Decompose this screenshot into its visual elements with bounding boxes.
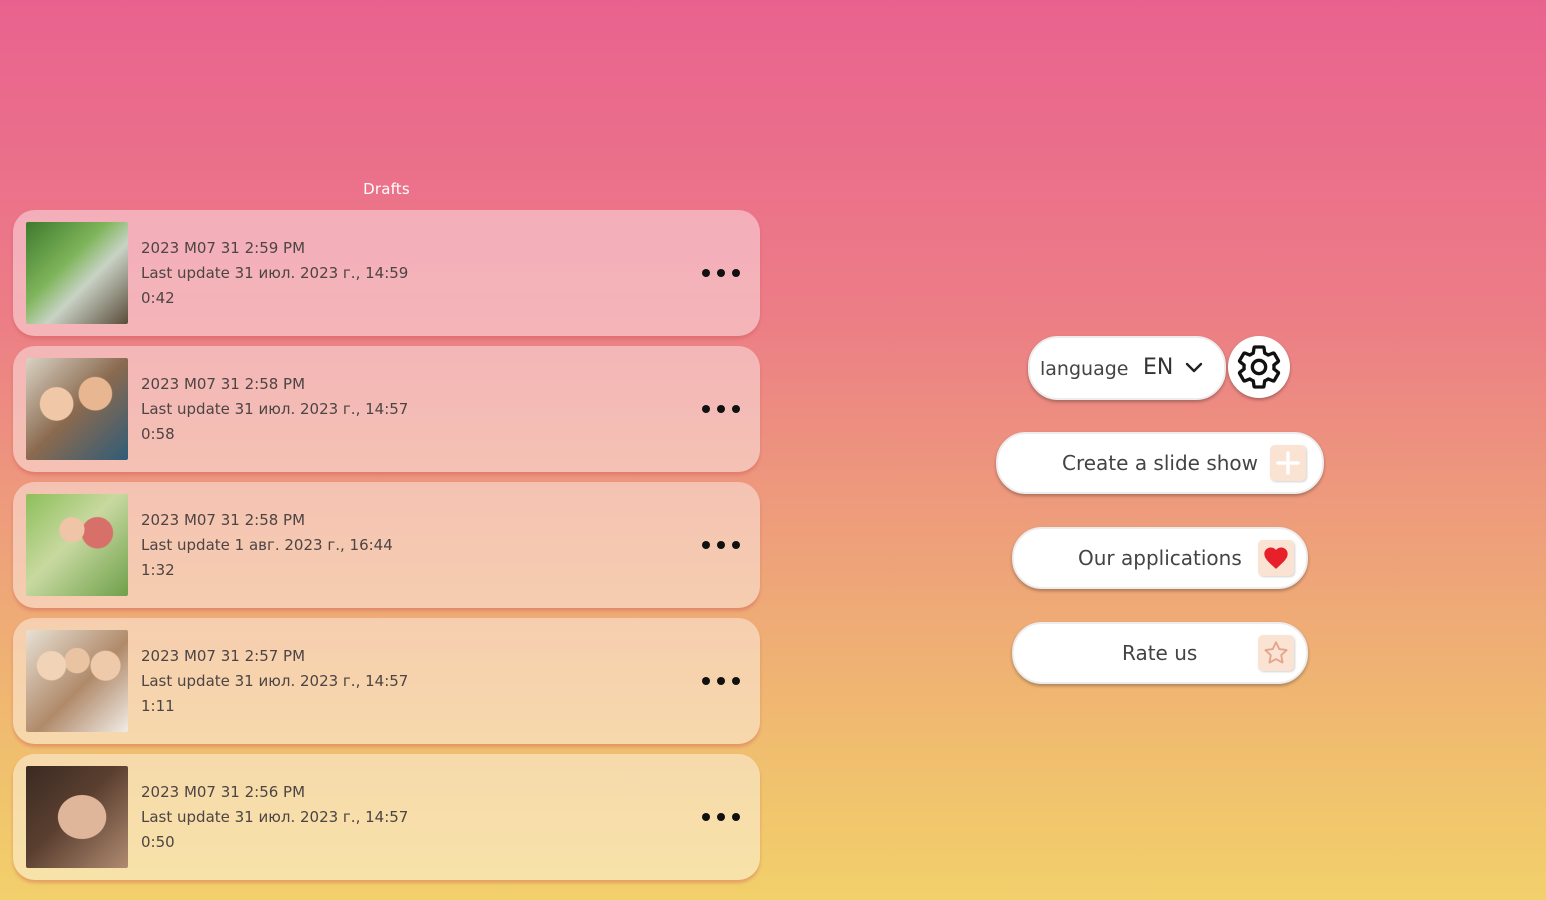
more-dots-icon[interactable] [702,394,740,424]
draft-thumbnail [26,358,128,460]
draft-card[interactable]: 2023 M07 31 2:56 PM Last update 31 июл. … [13,754,760,880]
draft-card[interactable]: 2023 M07 31 2:58 PM Last update 1 авг. 2… [13,482,760,608]
create-slide-show-label: Create a slide show [1062,451,1259,475]
star-icon [1258,635,1294,671]
draft-title: 2023 M07 31 2:59 PM [141,239,306,257]
chevron-down-icon [1185,362,1203,373]
more-dots-icon[interactable] [702,666,740,696]
draft-title: 2023 M07 31 2:58 PM [141,511,306,529]
draft-card[interactable]: 2023 M07 31 2:57 PM Last update 31 июл. … [13,618,760,744]
draft-card[interactable]: 2023 M07 31 2:59 PM Last update 31 июл. … [13,210,760,336]
our-applications-label: Our applications [1078,546,1242,570]
plus-icon [1270,445,1306,481]
draft-thumbnail [26,630,128,732]
drafts-title: Drafts [363,180,410,198]
draft-last-update: Last update 1 авг. 2023 г., 16:44 [141,536,393,554]
settings-button[interactable] [1228,336,1290,398]
draft-duration: 0:50 [141,833,175,851]
draft-thumbnail [26,222,128,324]
draft-card[interactable]: 2023 M07 31 2:58 PM Last update 31 июл. … [13,346,760,472]
draft-thumbnail [26,766,128,868]
language-select[interactable]: language EN [1028,336,1226,400]
our-applications-button[interactable]: Our applications [1012,527,1308,589]
heart-icon [1258,540,1294,576]
draft-last-update: Last update 31 июл. 2023 г., 14:57 [141,672,409,690]
draft-last-update: Last update 31 июл. 2023 г., 14:57 [141,808,409,826]
draft-duration: 1:11 [141,697,175,715]
draft-title: 2023 M07 31 2:58 PM [141,375,306,393]
draft-duration: 1:32 [141,561,175,579]
language-value: EN [1143,355,1174,380]
draft-title: 2023 M07 31 2:57 PM [141,647,306,665]
rate-us-button[interactable]: Rate us [1012,622,1308,684]
draft-thumbnail [26,494,128,596]
draft-duration: 0:58 [141,425,175,443]
create-slide-show-button[interactable]: Create a slide show [996,432,1324,494]
rate-us-label: Rate us [1122,641,1198,665]
more-dots-icon[interactable] [702,530,740,560]
draft-title: 2023 M07 31 2:56 PM [141,783,306,801]
draft-last-update: Last update 31 июл. 2023 г., 14:57 [141,400,409,418]
gear-icon [1237,345,1281,389]
draft-last-update: Last update 31 июл. 2023 г., 14:59 [141,264,409,282]
more-dots-icon[interactable] [702,802,740,832]
more-dots-icon[interactable] [702,258,740,288]
language-label: language [1040,358,1129,380]
drafts-list: 2023 M07 31 2:59 PM Last update 31 июл. … [13,210,760,890]
draft-duration: 0:42 [141,289,175,307]
